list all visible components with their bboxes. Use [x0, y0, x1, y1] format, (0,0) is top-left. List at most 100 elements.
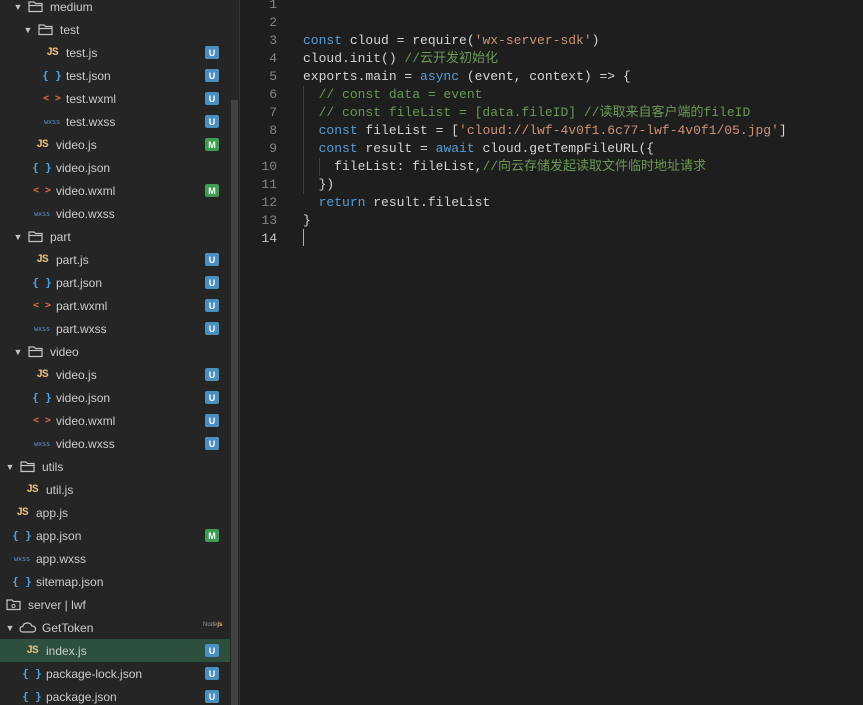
code-line[interactable]: 3 const cloud = require('wx-server-sdk'): [240, 32, 863, 50]
line-number: 11: [261, 177, 277, 192]
code-line[interactable]: 14: [240, 230, 863, 248]
folder-open-icon: [18, 459, 38, 475]
file-row-package-lock-json[interactable]: { } package-lock.json U: [0, 662, 230, 685]
modified-badge: M: [205, 529, 219, 542]
file-row-video-wxml[interactable]: < > video.wxml M: [0, 179, 230, 202]
tree-item-label: video.js: [56, 367, 97, 382]
code-line[interactable]: 10 fileList: fileList,//向云存储发起读取文件临时地址请求: [240, 158, 863, 176]
chevron-down-icon[interactable]: ▼: [4, 461, 16, 473]
file-row-util-js[interactable]: JS util.js: [0, 478, 230, 501]
untracked-badge: U: [205, 276, 219, 289]
tree-item-label: sitemap.json: [36, 574, 104, 589]
file-row-test-js[interactable]: JS test.js U: [0, 41, 230, 64]
folder-row-test[interactable]: ▼ test: [0, 18, 230, 41]
file-row-test-json[interactable]: { } test.json U: [0, 64, 230, 87]
file-row-video-json[interactable]: { } video.json: [0, 156, 230, 179]
tree-item-label: part.json: [56, 275, 103, 290]
folder-row-video[interactable]: ▼ video: [0, 340, 230, 363]
code-line[interactable]: 7 // const fileList = [data.fileID] //读取…: [240, 104, 863, 122]
file-row-video-wxss[interactable]: wxss video.wxss U: [0, 432, 230, 455]
tree-item-label: utils: [42, 459, 64, 474]
folder-row-part[interactable]: ▼ part: [0, 225, 230, 248]
file-row-part-js[interactable]: JS part.js U: [0, 248, 230, 271]
file-row-video-js[interactable]: JS video.js M: [0, 133, 230, 156]
tree-item-label: app.js: [36, 505, 69, 520]
code-editor[interactable]: 1 2 3 const cloud = require('wx-server-sdk'…: [240, 0, 863, 705]
json-file-icon: { }: [22, 667, 42, 680]
tree-item-label: video.wxss: [56, 436, 115, 451]
tree-item-label: part.js: [56, 252, 89, 267]
file-row-part-json[interactable]: { } part.json U: [0, 271, 230, 294]
wxss-file-icon: wxss: [13, 554, 31, 563]
tree-item-label: part: [50, 229, 71, 244]
code-line[interactable]: 1: [240, 0, 863, 14]
line-number: 6: [269, 87, 277, 102]
code-line[interactable]: 4 cloud.init() //云开发初始化: [240, 50, 863, 68]
file-row-package-json[interactable]: { } package.json U: [0, 685, 230, 705]
folder-open-icon: [36, 22, 56, 38]
file-row-sitemap-json[interactable]: { } sitemap.json: [0, 570, 230, 593]
folder-row-server-lwf[interactable]: server | lwf: [0, 593, 230, 616]
code-line[interactable]: 8 const fileList = ['cloud://lwf-4v0f1.6…: [240, 122, 863, 140]
chevron-down-icon[interactable]: ▼: [12, 1, 24, 13]
tree-item-label: package-lock.json: [46, 666, 143, 681]
code-line[interactable]: 13}: [240, 212, 863, 230]
line-number: 8: [269, 123, 277, 138]
chevron-down-icon[interactable]: ▼: [4, 622, 16, 634]
file-explorer: ▼ medium ▼ test JS test.js U{ } test.json U < > te…: [0, 0, 230, 705]
wxss-file-icon: wxss: [33, 439, 51, 448]
file-row-video-json[interactable]: { } video.json U: [0, 386, 230, 409]
js-file-icon: JS: [46, 46, 58, 59]
nodejs-runtime-badge: Nodejs: [203, 622, 223, 628]
code-line[interactable]: 11 }): [240, 176, 863, 194]
code-text: return result.fileList: [318, 195, 491, 210]
untracked-badge: U: [205, 92, 219, 105]
file-row-app-js[interactable]: JS app.js: [0, 501, 230, 524]
line-number: 12: [261, 195, 277, 210]
json-file-icon: { }: [42, 69, 62, 82]
untracked-badge: U: [205, 391, 219, 404]
code-text: }: [303, 213, 311, 228]
wxss-file-icon: wxss: [43, 117, 61, 126]
file-row-video-wxml[interactable]: < > video.wxml U: [0, 409, 230, 432]
code-line[interactable]: 12 return result.fileList: [240, 194, 863, 212]
code-line[interactable]: 5 exports.main = async (event, context) =…: [240, 68, 863, 86]
file-row-part-wxml[interactable]: < > part.wxml U: [0, 294, 230, 317]
modified-badge: M: [205, 184, 219, 197]
code-line[interactable]: 9 const result = await cloud.getTempFile…: [240, 140, 863, 158]
untracked-badge: U: [205, 299, 219, 312]
chevron-down-icon[interactable]: ▼: [12, 346, 24, 358]
file-row-test-wxss[interactable]: wxss test.wxss U: [0, 110, 230, 133]
untracked-badge: U: [205, 644, 219, 657]
line-number: 5: [269, 69, 277, 84]
untracked-badge: U: [205, 414, 219, 427]
wxml-file-icon: < >: [42, 93, 62, 104]
file-row-app-json[interactable]: { } app.json M: [0, 524, 230, 547]
code-text: cloud.init() //云开发初始化: [303, 51, 499, 66]
file-row-video-wxss[interactable]: wxss video.wxss: [0, 202, 230, 225]
code-text: // const data = event: [318, 87, 483, 102]
file-row-index-js[interactable]: JS index.js U: [0, 639, 230, 662]
code-line[interactable]: 2: [240, 14, 863, 32]
json-file-icon: { }: [32, 391, 52, 404]
file-row-app-wxss[interactable]: wxss app.wxss: [0, 547, 230, 570]
cloud-folder-icon: [4, 597, 24, 613]
tree-item-label: video.json: [56, 160, 111, 175]
folder-open-icon: [26, 229, 46, 245]
json-file-icon: { }: [12, 575, 32, 588]
folder-row-medium[interactable]: ▼ medium: [0, 0, 230, 18]
file-row-test-wxml[interactable]: < > test.wxml U: [0, 87, 230, 110]
line-number: 9: [269, 141, 277, 156]
chevron-down-icon[interactable]: ▼: [12, 231, 24, 243]
folder-row-utils[interactable]: ▼ utils: [0, 455, 230, 478]
chevron-down-icon[interactable]: ▼: [22, 24, 34, 36]
tree-item-label: index.js: [46, 643, 87, 658]
file-row-video-js[interactable]: JS video.js U: [0, 363, 230, 386]
explorer-scrollbar-thumb[interactable]: [231, 100, 238, 705]
cloud-function-icon: [18, 620, 38, 636]
line-number: 14: [261, 231, 277, 246]
untracked-badge: U: [205, 322, 219, 335]
file-row-part-wxss[interactable]: wxss part.wxss U: [0, 317, 230, 340]
folder-row-gettoken[interactable]: ▼ GetToken Nodejs: [0, 616, 230, 639]
code-line[interactable]: 6 // const data = event: [240, 86, 863, 104]
